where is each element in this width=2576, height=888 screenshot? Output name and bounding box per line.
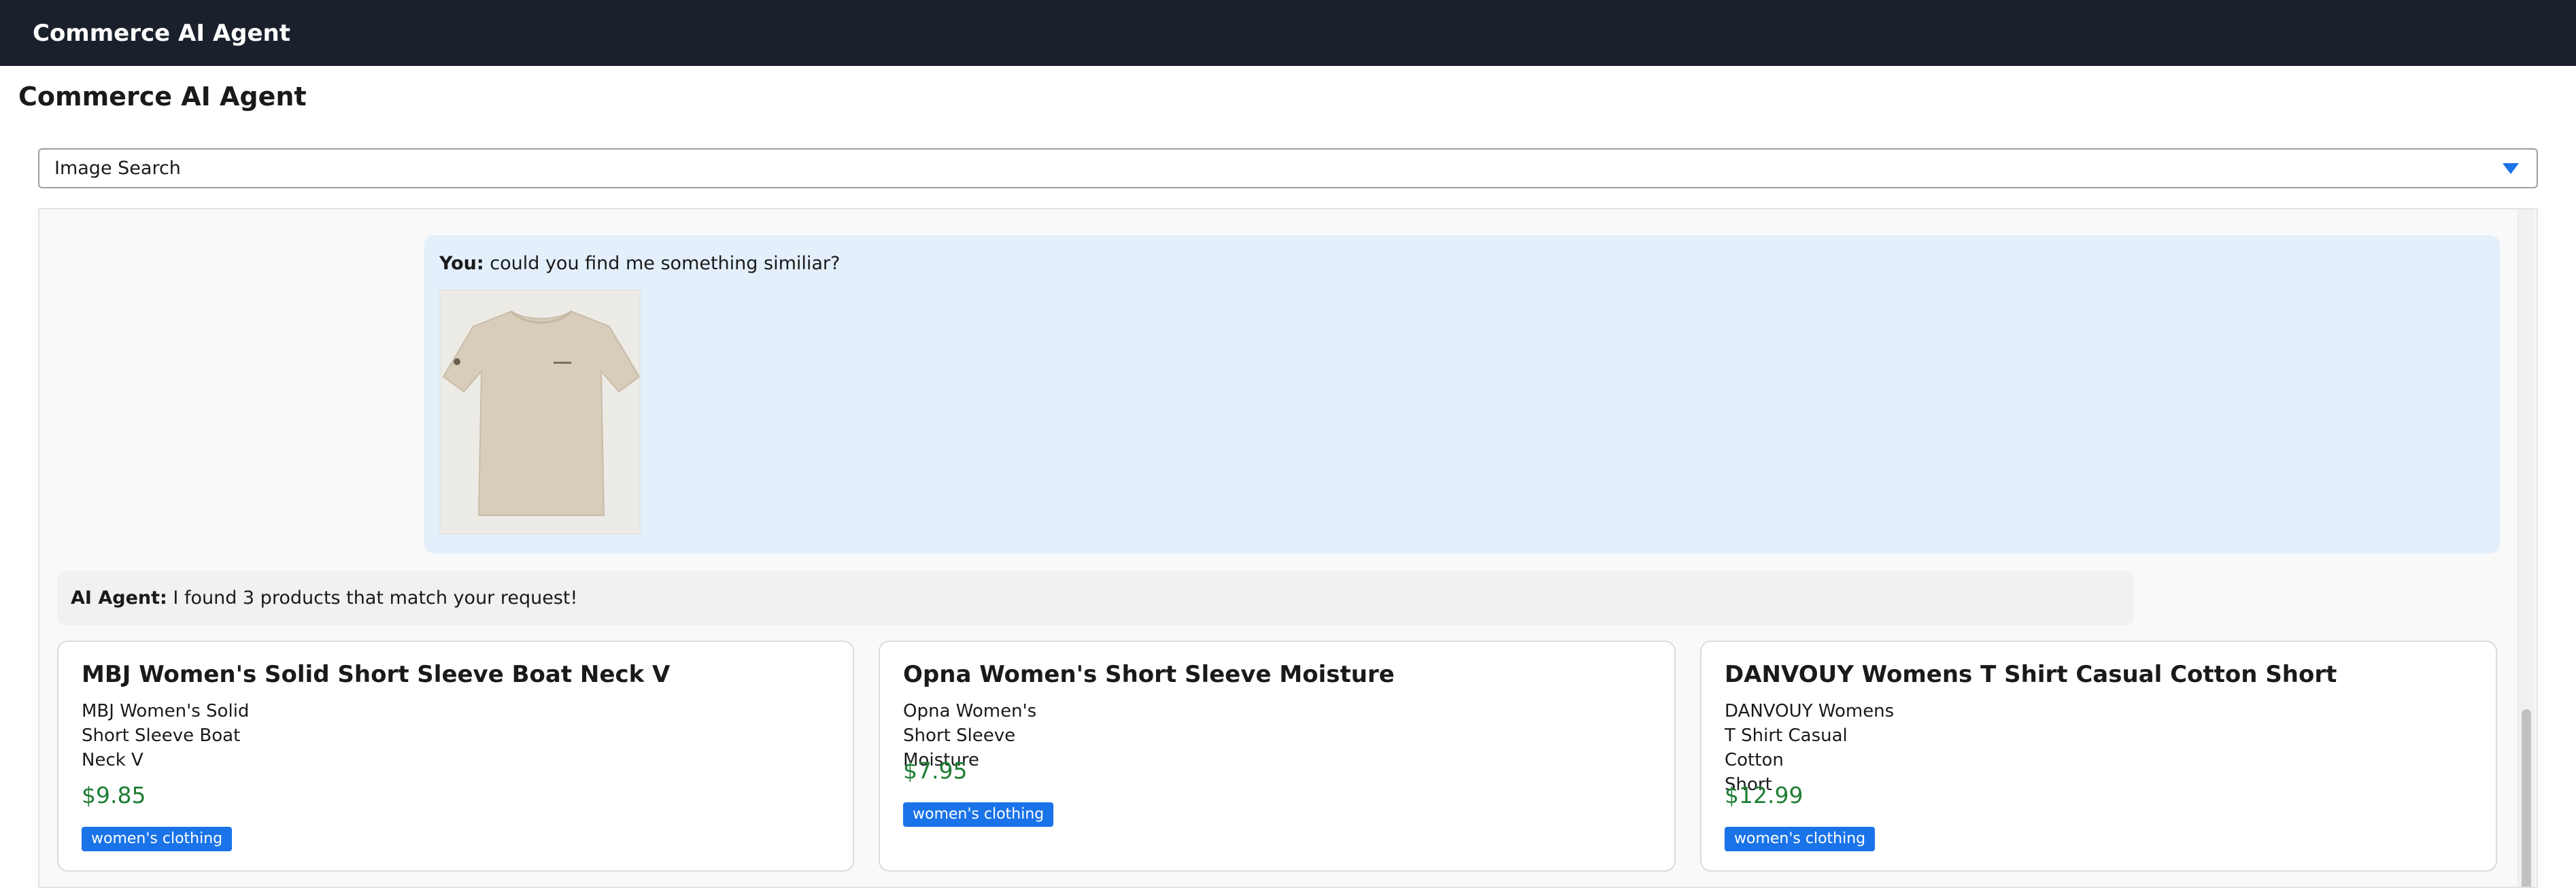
triangle-down-icon[interactable]: [2503, 163, 2519, 174]
user-text: could you find me something similiar?: [490, 253, 841, 274]
product-image-alt-line: MBJ Women's Solid: [82, 701, 250, 721]
tshirt-image: [441, 291, 639, 533]
product-image-alt: MBJ Women's Solid Short Sleeve Boat Neck…: [82, 699, 265, 772]
top-bar: Commerce AI Agent: [0, 0, 2576, 66]
product-card[interactable]: Opna Women's Short Sleeve Moisture Opna …: [879, 641, 1676, 872]
product-price: $9.85: [82, 782, 146, 808]
agent-label: AI Agent:: [71, 587, 167, 609]
agent-message: AI Agent: I found 3 products that match …: [57, 571, 2134, 626]
chat-panel[interactable]: You: could you find me something similia…: [38, 208, 2538, 888]
agent-text: I found 3 products that match your reque…: [173, 587, 578, 609]
product-image-alt-line: Short Sleeve Boat: [82, 725, 241, 746]
scrollbar-thumb[interactable]: [2522, 709, 2531, 887]
category-badge: women's clothing: [82, 827, 233, 851]
search-mode-select[interactable]: Image Search: [38, 148, 2538, 188]
product-card[interactable]: MBJ Women's Solid Short Sleeve Boat Neck…: [57, 641, 854, 872]
product-title[interactable]: MBJ Women's Solid Short Sleeve Boat Neck…: [82, 661, 670, 688]
product-image-alt-line: T Shirt Casual Cotton: [1725, 725, 1848, 770]
user-message-text: You: could you find me something similia…: [439, 253, 840, 274]
product-title[interactable]: Opna Women's Short Sleeve Moisture: [903, 661, 1395, 688]
user-label: You:: [439, 253, 484, 274]
agent-message-text: AI Agent: I found 3 products that match …: [71, 587, 577, 609]
page-title: Commerce AI Agent: [18, 82, 307, 112]
product-price: $12.99: [1725, 782, 1803, 808]
app-title: Commerce AI Agent: [33, 19, 291, 47]
uploaded-image: [439, 290, 641, 534]
product-image-alt-line: Neck V: [82, 750, 143, 770]
chat-scrollbar[interactable]: [2518, 209, 2535, 887]
product-price: $7.95: [903, 757, 968, 784]
product-image-alt-line: DANVOUY Womens: [1725, 701, 1895, 721]
product-title[interactable]: DANVOUY Womens T Shirt Casual Cotton Sho…: [1725, 661, 2337, 688]
product-image-alt-line: Opna Women's: [903, 701, 1037, 721]
category-badge: women's clothing: [1725, 827, 1876, 851]
user-message: You: could you find me something similia…: [424, 235, 2500, 553]
search-mode-value: Image Search: [54, 158, 181, 179]
category-badge: women's clothing: [903, 802, 1054, 827]
product-card[interactable]: DANVOUY Womens T Shirt Casual Cotton Sho…: [1700, 641, 2497, 872]
